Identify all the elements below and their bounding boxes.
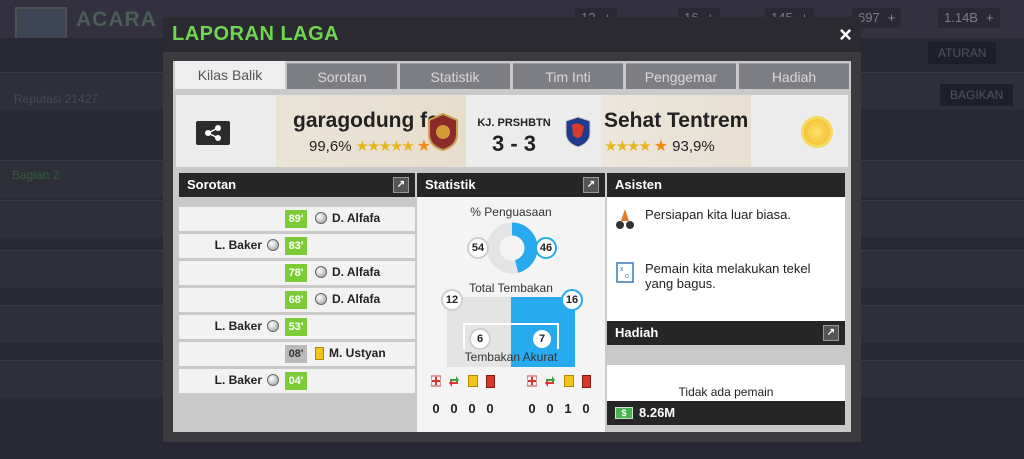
tab-tim-inti[interactable]: Tim Inti: [513, 63, 623, 89]
substitution-icon: [545, 376, 555, 387]
match-score: 3 - 3: [491, 131, 537, 156]
away-stars-icon: ★★★★: [604, 138, 652, 155]
share-button[interactable]: [196, 121, 230, 145]
yellow-card-icon: [564, 375, 574, 387]
assistant-panel: Persiapan kita luar biasa. xo Pemain kit…: [607, 197, 845, 321]
shots-away: 16: [561, 289, 583, 311]
event-row: 78' D. Alfafa: [179, 261, 415, 285]
event-minute: 68': [285, 291, 307, 309]
event-minute: 89': [285, 210, 307, 228]
ball-icon: [315, 266, 327, 278]
highlights-list: 89' D. Alfafa L. Baker 83' 78' D. Alfafa…: [179, 197, 415, 432]
event-minute: 83': [285, 237, 307, 255]
away-crest-icon: [565, 116, 591, 148]
home-crest-icon: [428, 112, 458, 152]
home-subs: 0: [450, 401, 458, 416]
assistant-message: Persiapan kita luar biasa.: [615, 207, 841, 229]
injury-icon: [431, 375, 441, 387]
tab-hadiah[interactable]: Hadiah: [739, 63, 849, 89]
on-target-label: Tembakan Akurat: [464, 350, 558, 364]
yellow-card-icon: [315, 346, 324, 360]
close-icon[interactable]: ×: [839, 22, 852, 48]
on-target-away: 7: [531, 328, 553, 350]
event-row: 89' D. Alfafa: [179, 207, 415, 231]
away-injuries: 0: [528, 401, 536, 416]
ball-icon: [267, 320, 279, 332]
event-minute: 78': [285, 264, 307, 282]
home-team-name: garagodung fc: [293, 109, 439, 132]
training-cone-icon: [616, 209, 634, 229]
cash-icon: $: [615, 407, 633, 419]
away-subs: 0: [546, 401, 554, 416]
svg-text:x: x: [620, 266, 624, 273]
tab-statistik[interactable]: Statistik: [400, 63, 510, 89]
event-minute: 08': [285, 345, 307, 363]
home-team-rating: 99,6% ★★★★★ ★: [309, 137, 432, 156]
event-row: L. Baker 04': [179, 369, 415, 393]
shots-home: 12: [441, 289, 463, 311]
away-yellows: 1: [564, 401, 572, 416]
away-reds: 0: [582, 401, 590, 416]
tactics-board-icon: xo: [616, 262, 634, 283]
share-icon: [205, 125, 221, 141]
event-minute: 53': [285, 318, 307, 336]
red-card-icon: [486, 375, 495, 388]
red-card-icon: [582, 375, 591, 388]
rewards-empty-text: Tidak ada pemain: [678, 385, 774, 399]
yellow-card-icon: [468, 375, 478, 387]
stats-header: Statistik ↗: [417, 173, 605, 197]
substitution-icon: [449, 376, 459, 387]
event-minute: 04': [285, 372, 307, 390]
tab-penggemar[interactable]: Penggemar: [626, 63, 736, 89]
ball-icon: [267, 239, 279, 251]
event-row: L. Baker 53': [179, 315, 415, 339]
possession-away: 46: [535, 237, 557, 259]
expand-icon[interactable]: ↗: [393, 177, 409, 193]
tab-sorotan[interactable]: Sorotan: [287, 63, 397, 89]
away-team-rating: ★★★★ ★ 93,9%: [604, 137, 715, 156]
away-team-name: Sehat Tentrem: [604, 109, 749, 132]
ball-icon: [267, 374, 279, 386]
event-row: 68' D. Alfafa: [179, 288, 415, 312]
match-report-modal: LAPORAN LAGA × Kilas Balik Sorotan Stati…: [163, 17, 861, 442]
modal-title: LAPORAN LAGA: [172, 23, 340, 45]
competition-label: KJ. PRSHBTN: [477, 117, 551, 129]
svg-text:o: o: [625, 273, 629, 280]
injury-icon: [527, 375, 537, 387]
expand-icon[interactable]: ↗: [583, 177, 599, 193]
expand-icon[interactable]: ↗: [823, 325, 839, 341]
home-stars-icon: ★★★★★: [355, 138, 415, 155]
event-row: 08' M. Ustyan: [179, 342, 415, 366]
ball-icon: [315, 212, 327, 224]
match-header: garagodung fc 99,6% ★★★★★ ★ KJ. PRSHBTN …: [176, 95, 848, 167]
highlights-header: Sorotan ↗: [179, 173, 415, 197]
home-injuries: 0: [432, 401, 440, 416]
tab-kilas-balik[interactable]: Kilas Balik: [175, 61, 285, 89]
rewards-header: Hadiah ↗: [607, 321, 845, 345]
event-row: L. Baker 83': [179, 234, 415, 258]
assistant-message: xo Pemain kita melakukan tekel yang bagu…: [615, 261, 841, 291]
modal-header: LAPORAN LAGA ×: [163, 17, 861, 52]
possession-home: 54: [467, 237, 489, 259]
tab-bar: Kilas Balik Sorotan Statistik Tim Inti P…: [173, 61, 851, 89]
home-reds: 0: [486, 401, 494, 416]
star-icon: ★: [653, 138, 669, 155]
possession-donut: [486, 222, 538, 274]
rewards-cash: $ 8.26M: [607, 401, 845, 425]
ball-icon: [315, 293, 327, 305]
sun-icon: [804, 119, 830, 145]
possession-label: % Penguasaan: [470, 205, 552, 219]
assistant-header: Asisten: [607, 173, 845, 197]
stats-panel: % Penguasaan 54 46 Total Tembakan 12 16 …: [417, 197, 605, 432]
home-yellows: 0: [468, 401, 476, 416]
report-panel: Kilas Balik Sorotan Statistik Tim Inti P…: [173, 61, 851, 432]
on-target-home: 6: [469, 328, 491, 350]
